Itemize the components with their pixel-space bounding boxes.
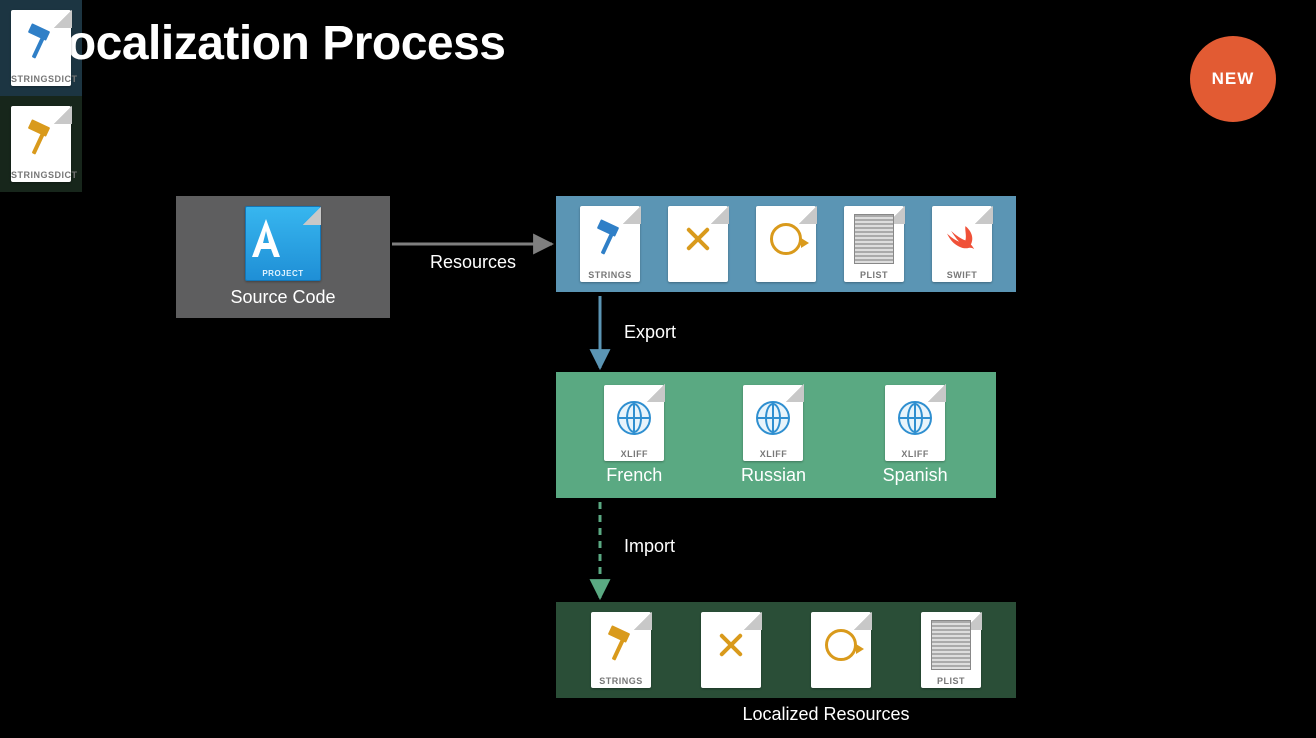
localized_files-file-icon (811, 612, 871, 688)
xliff-file-icon: XLIFF (743, 385, 803, 461)
resource_files-file-icon (668, 206, 728, 282)
export-arrow-label: Export (624, 322, 676, 343)
xliff-file-label: XLIFF (885, 449, 945, 459)
localized-caption: Localized Resources (556, 704, 1096, 725)
localized_files-file-icon (701, 612, 761, 688)
resource_files-file-icon: STRINGS (580, 206, 640, 282)
resource_files-file-icon: SWIFT (932, 206, 992, 282)
resources-arrow-label: Resources (430, 252, 516, 273)
stringsdict-file-icon: STRINGSDICT (11, 10, 71, 86)
slide-title: Localization Process (38, 16, 506, 71)
stringsdict-slot: STRINGSDICT (0, 0, 82, 96)
localized-stringsdict-slot: STRINGSDICT (0, 96, 82, 192)
language-cell: XLIFF Russian (741, 385, 806, 486)
localized-stringsdict-label: STRINGSDICT (11, 170, 71, 180)
resource_files-file-label: SWIFT (932, 270, 992, 280)
source-code-box: PROJECT Source Code (176, 196, 390, 318)
localized_files-file-icon: PLIST (921, 612, 981, 688)
resources-row: STRINGS PLIST SWIFT (556, 196, 1016, 292)
xliff-file-label: XLIFF (604, 449, 664, 459)
stringsdict-label: STRINGSDICT (11, 74, 71, 84)
resource_files-file-icon: PLIST (844, 206, 904, 282)
language-cell: XLIFF French (604, 385, 664, 486)
localized_files-file-label: STRINGS (591, 676, 651, 686)
xliff-file-icon: XLIFF (604, 385, 664, 461)
xcode-project-icon: PROJECT (245, 206, 321, 281)
xliff-file-label: XLIFF (743, 449, 803, 459)
import-arrow-label: Import (624, 536, 675, 557)
xliff-file-icon: XLIFF (885, 385, 945, 461)
slide: Localization Process NEW PROJECT Source … (0, 0, 1316, 738)
xcode-project-label: PROJECT (246, 269, 320, 278)
localized_files-file-label: PLIST (921, 676, 981, 686)
language-cell: XLIFF Spanish (883, 385, 948, 486)
localized-stringsdict-file-icon: STRINGSDICT (11, 106, 71, 182)
language-name: Spanish (883, 465, 948, 486)
resource_files-file-label: PLIST (844, 270, 904, 280)
languages-row: XLIFF French XLIFF Russian XLIFF Spanish (556, 372, 996, 498)
source-code-caption: Source Code (230, 287, 335, 308)
localized_files-file-icon: STRINGS (591, 612, 651, 688)
language-name: Russian (741, 465, 806, 486)
resource_files-file-label: STRINGS (580, 270, 640, 280)
new-badge-label: NEW (1212, 69, 1255, 89)
localized-row: STRINGS PLIST (556, 602, 1016, 698)
language-name: French (606, 465, 662, 486)
resource_files-file-icon (756, 206, 816, 282)
new-badge: NEW (1190, 36, 1276, 122)
